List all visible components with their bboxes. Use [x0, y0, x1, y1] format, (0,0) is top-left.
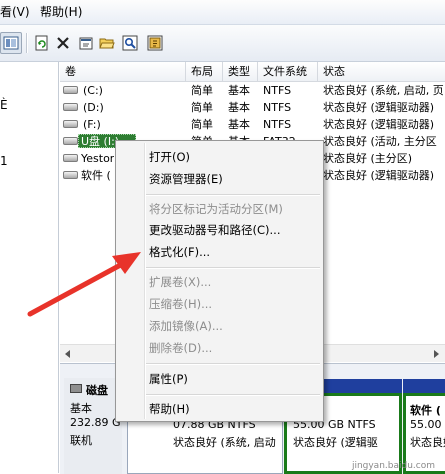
- search-button[interactable]: [121, 34, 139, 52]
- volume-name: 软件 (: [81, 169, 111, 182]
- tree-node-fragment[interactable]: 1: [0, 154, 8, 168]
- delete-icon: [57, 37, 69, 49]
- menu-item-format[interactable]: 格式化(F)...: [149, 243, 210, 261]
- refresh-button[interactable]: [33, 34, 51, 52]
- toolbar: [0, 25, 445, 62]
- volume-row[interactable]: (C:) 简单 基本 NTFS 状态良好 (系统, 启动, 页: [60, 82, 445, 99]
- volume-filesystem: NTFS: [263, 101, 292, 114]
- toolbar-separator: [26, 33, 27, 53]
- volume-status: 状态良好 (逻辑驱动器): [323, 169, 435, 182]
- layout-view-icon: [3, 36, 19, 50]
- menu-item-open[interactable]: 打开(O): [149, 148, 190, 166]
- column-header-volume[interactable]: 卷: [60, 62, 186, 81]
- tree-node-fragment[interactable]: È: [0, 98, 8, 112]
- volume-filesystem: NTFS: [263, 84, 292, 97]
- menu-item-shrink-volume[interactable]: 压缩卷(H)...: [149, 295, 212, 313]
- menu-help[interactable]: 帮助(H): [40, 0, 82, 24]
- help-icon: [147, 35, 163, 51]
- partition-status: 状态良好 (逻辑驱: [293, 436, 378, 449]
- layout-view-button[interactable]: [0, 32, 22, 54]
- menu-separator: [146, 363, 320, 364]
- menu-item-add-mirror[interactable]: 添加镜像(A)...: [149, 317, 223, 335]
- drive-icon: [63, 137, 78, 145]
- volume-type: 基本: [228, 101, 250, 114]
- volume-row[interactable]: (D:) 简单 基本 NTFS 状态良好 (逻辑驱动器): [60, 99, 445, 116]
- console-tree-pane[interactable]: È 1: [0, 62, 59, 473]
- menu-item-help[interactable]: 帮助(H): [149, 400, 190, 418]
- menu-separator: [146, 267, 320, 268]
- volume-type: 基本: [228, 118, 250, 131]
- partition-status: 状态良好: [410, 436, 445, 449]
- menu-item-extend-volume[interactable]: 扩展卷(X)...: [149, 273, 211, 291]
- menu-item-mark-active[interactable]: 将分区标记为活动分区(M): [149, 200, 283, 218]
- scroll-right-icon[interactable]: [434, 350, 439, 358]
- volume-status: 状态良好 (逻辑驱动器): [323, 118, 435, 131]
- watermark: jingyan.baidu.com: [351, 461, 435, 471]
- properties-icon: [79, 37, 93, 50]
- partition-size: 55.00 G: [410, 418, 445, 431]
- menu-view[interactable]: 看(V): [0, 0, 30, 24]
- menu-item-change-drive-letter[interactable]: 更改驱动器号和路径(C)...: [149, 221, 280, 239]
- disk-icon: [70, 384, 82, 393]
- volume-name: Yestor: [81, 152, 115, 165]
- menu-icon-gutter: [144, 143, 145, 419]
- volume-layout: 简单: [191, 101, 213, 114]
- column-header-filesystem[interactable]: 文件系统: [258, 62, 318, 81]
- menu-item-properties[interactable]: 属性(P): [149, 370, 188, 388]
- volume-layout: 简单: [191, 118, 213, 131]
- volume-status: 状态良好 (系统, 启动, 页: [323, 84, 444, 97]
- partition-status: 状态良好 (系统, 启动: [173, 436, 276, 449]
- drive-icon: [63, 154, 78, 162]
- refresh-icon: [35, 35, 48, 51]
- drive-icon: [63, 120, 78, 128]
- open-folder-button[interactable]: [98, 34, 116, 52]
- volume-name: (F:): [83, 118, 101, 131]
- column-header-type[interactable]: 类型: [223, 62, 258, 81]
- volume-filesystem: NTFS: [263, 118, 292, 131]
- menu-separator: [146, 194, 320, 195]
- drive-icon: [63, 103, 78, 111]
- volume-status: 状态良好 (活动, 主分区: [323, 135, 437, 148]
- volume-name: (D:): [83, 101, 104, 114]
- drive-icon: [63, 86, 78, 94]
- menu-item-explorer[interactable]: 资源管理器(E): [149, 170, 223, 188]
- scroll-left-icon[interactable]: [65, 350, 70, 358]
- column-header-status[interactable]: 状态: [318, 62, 445, 81]
- search-icon: [122, 35, 138, 51]
- disk-size: 232.89 G: [70, 416, 121, 429]
- volume-name: (C:): [83, 84, 103, 97]
- properties-button[interactable]: [77, 34, 95, 52]
- volume-layout: 简单: [191, 84, 213, 97]
- disk-kind: 基本: [70, 402, 92, 415]
- delete-button[interactable]: [54, 34, 72, 52]
- column-header-layout[interactable]: 布局: [186, 62, 223, 81]
- menu-separator: [146, 394, 320, 395]
- disk-info-box[interactable]: 磁盘 基本 232.89 G 联机: [64, 378, 122, 474]
- menu-item-delete-volume[interactable]: 删除卷(D)...: [149, 339, 212, 357]
- volume-list-header: 卷 布局 类型 文件系统 状态: [60, 62, 445, 82]
- volume-row[interactable]: (F:) 简单 基本 NTFS 状态良好 (逻辑驱动器): [60, 116, 445, 133]
- partition-bar-software: [403, 379, 445, 393]
- partition-name: 软件 (: [410, 404, 441, 417]
- context-menu: 打开(O) 资源管理器(E) 将分区标记为活动分区(M) 更改驱动器号和路径(C…: [115, 140, 324, 422]
- volume-status: 状态良好 (逻辑驱动器): [323, 101, 435, 114]
- volume-name: U盘 (I:): [81, 135, 120, 148]
- menu-bar: 看(V) 帮助(H): [0, 0, 445, 25]
- volume-status: 状态良好 (主分区): [323, 152, 413, 165]
- open-folder-icon: [99, 38, 115, 49]
- disk-status: 联机: [70, 434, 92, 447]
- help-button[interactable]: [146, 34, 164, 52]
- drive-icon: [63, 171, 78, 179]
- disk-name: 磁盘: [86, 384, 108, 397]
- volume-type: 基本: [228, 84, 250, 97]
